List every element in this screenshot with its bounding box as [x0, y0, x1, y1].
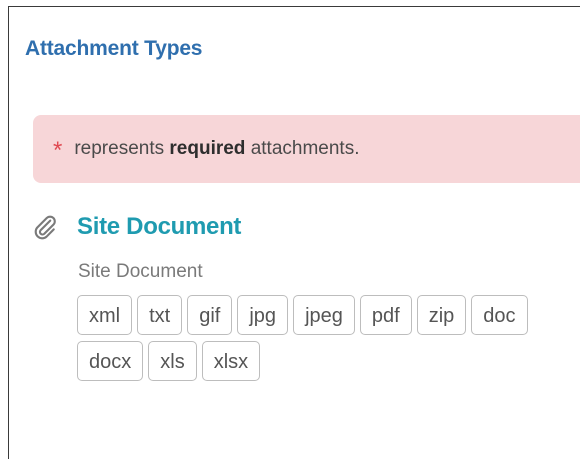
file-type-tags: xml txt gif jpg jpeg pdf zip doc docx xl…	[77, 295, 577, 381]
file-type-tag: xlsx	[201, 341, 261, 381]
file-type-tag: txt	[137, 295, 183, 335]
required-asterisk: *	[53, 137, 63, 164]
file-type-tag: xls	[148, 341, 197, 381]
attachment-subtitle: Site Document	[78, 261, 203, 282]
file-type-tag: pdf	[359, 295, 412, 335]
attachment-types-panel: Attachment Types * represents required a…	[8, 6, 580, 459]
file-type-tag: docx	[77, 341, 144, 381]
notice-text-after: attachments.	[245, 138, 360, 159]
file-type-tag: jpg	[237, 295, 289, 335]
file-type-tag: xml	[77, 295, 133, 335]
file-type-tag: zip	[416, 295, 467, 335]
section-title: Attachment Types	[25, 37, 203, 60]
notice-text-bold: required	[169, 138, 246, 159]
file-type-tag: doc	[471, 295, 528, 335]
required-notice: * represents required attachments.	[33, 115, 580, 183]
attachment-title[interactable]: Site Document	[77, 213, 241, 241]
file-type-tag: gif	[187, 295, 233, 335]
file-type-tag: jpeg	[293, 295, 355, 335]
paperclip-icon	[31, 213, 59, 241]
notice-text-before: represents	[74, 138, 170, 159]
